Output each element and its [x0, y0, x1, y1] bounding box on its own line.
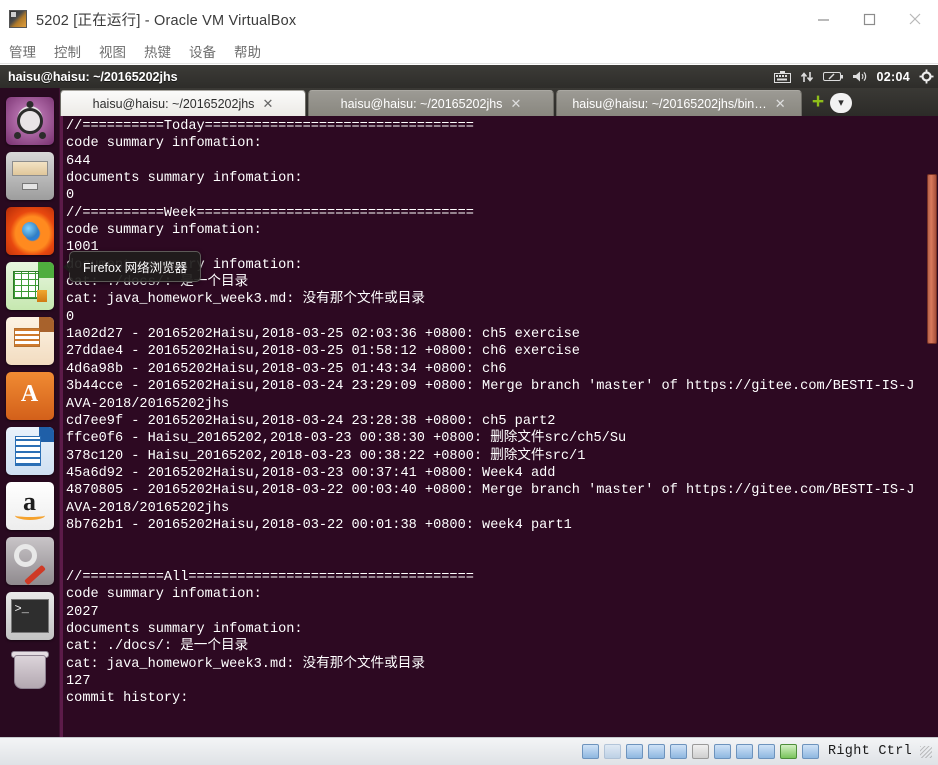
terminal-window: haisu@haisu: ~/20165202jhs ✕ haisu@haisu…: [60, 88, 938, 737]
tab-list-dropdown-icon[interactable]: ▾: [830, 93, 852, 113]
resize-grip[interactable]: [920, 745, 932, 758]
vbox-titlebar: 5202 [正在运行] - Oracle VM VirtualBox: [0, 0, 938, 38]
vbox-menubar: 管理 控制 视图 热键 设备 帮助: [0, 38, 938, 64]
terminal-output: //==========Today=======================…: [66, 119, 915, 707]
launcher-item-dash-home[interactable]: [5, 97, 54, 145]
menu-devices[interactable]: 设备: [180, 41, 225, 61]
window-controls: [800, 0, 938, 38]
shared-folders-icon[interactable]: [691, 744, 709, 759]
panel-window-title: haisu@haisu: ~/20165202jhs: [8, 69, 178, 84]
document-icon: [14, 436, 41, 466]
panel-clock[interactable]: 02:04: [877, 70, 910, 84]
vbox-status-bar: Right Ctrl: [0, 737, 938, 765]
ubuntu-logo-icon: [16, 108, 43, 134]
terminal-tab-2-label: haisu@haisu: ~/20165202jhs: [340, 96, 503, 111]
close-button[interactable]: [892, 0, 938, 38]
presentation-icon: [13, 328, 40, 347]
new-tab-button[interactable]: +: [808, 91, 828, 113]
launcher-item-amazon[interactable]: a: [5, 482, 54, 530]
virtualbox-window: 5202 [正在运行] - Oracle VM VirtualBox 管理 控制…: [0, 0, 938, 765]
file-cabinet-icon: [11, 161, 48, 176]
display-icon[interactable]: [713, 744, 731, 759]
menu-view[interactable]: 视图: [90, 41, 135, 61]
virtualbox-icon: [9, 10, 27, 28]
launcher-tooltip: Firefox 网络浏览器: [62, 251, 202, 282]
guest-screen: haisu@haisu: ~/20165202jhs 02:04 A a >_ …: [0, 65, 938, 737]
network-indicator-icon[interactable]: [800, 70, 814, 84]
network-adapter-icon[interactable]: [647, 744, 665, 759]
launcher-item-system-settings[interactable]: [5, 537, 54, 585]
menu-control[interactable]: 控制: [45, 41, 90, 61]
terminal-icon: >_: [10, 599, 49, 633]
virtualization-icon[interactable]: [757, 744, 775, 759]
terminal-tab-1[interactable]: haisu@haisu: ~/20165202jhs ✕: [60, 90, 306, 116]
launcher-item-libreoffice-impress[interactable]: [5, 317, 54, 365]
terminal-left-edge: [60, 116, 63, 737]
power-gear-icon[interactable]: [919, 69, 934, 84]
usb-icon[interactable]: [669, 744, 687, 759]
mouse-integration-icon[interactable]: [779, 744, 797, 759]
menu-manage[interactable]: 管理: [0, 41, 45, 61]
host-key-icon[interactable]: [801, 744, 819, 759]
software-bag-icon: A: [20, 381, 39, 407]
ubuntu-top-panel: haisu@haisu: ~/20165202jhs 02:04: [0, 65, 938, 88]
menu-help[interactable]: 帮助: [225, 41, 270, 61]
volume-indicator-icon[interactable]: [852, 70, 868, 83]
terminal-tab-1-close-icon[interactable]: ✕: [262, 97, 273, 110]
terminal-tab-2-close-icon[interactable]: ✕: [510, 97, 521, 110]
spreadsheet-icon: [12, 271, 39, 299]
terminal-scrollbar[interactable]: [925, 116, 938, 737]
menu-hotkeys[interactable]: 热键: [135, 41, 180, 61]
terminal-scrollbar-thumb[interactable]: [927, 174, 937, 344]
terminal-tab-3-close-icon[interactable]: ✕: [775, 97, 786, 110]
window-title: 5202 [正在运行] - Oracle VM VirtualBox: [36, 12, 297, 29]
launcher-item-libreoffice-writer[interactable]: [5, 427, 54, 475]
launcher-item-firefox[interactable]: [5, 207, 54, 255]
maximize-button[interactable]: [846, 0, 892, 38]
launcher-item-libreoffice-calc[interactable]: [5, 262, 54, 310]
recording-icon[interactable]: [735, 744, 753, 759]
battery-indicator-icon[interactable]: [822, 71, 843, 82]
launcher-item-ubuntu-software[interactable]: A: [5, 372, 54, 420]
terminal-tab-2[interactable]: haisu@haisu: ~/20165202jhs ✕: [308, 90, 554, 116]
audio-icon[interactable]: [625, 744, 643, 759]
keyboard-indicator-icon[interactable]: [773, 70, 791, 83]
panel-indicators: 02:04: [773, 65, 934, 88]
terminal-tab-3-label: haisu@haisu: ~/20165202jhs/bin…: [572, 96, 767, 111]
unity-launcher: A a >_: [0, 88, 60, 737]
optical-drive-icon[interactable]: [603, 744, 621, 759]
host-key-label: Right Ctrl: [827, 744, 912, 759]
hard-disk-icon[interactable]: [581, 744, 599, 759]
launcher-item-files[interactable]: [5, 152, 54, 200]
launcher-item-trash[interactable]: [6, 647, 54, 695]
gear-wrench-icon: [13, 544, 37, 567]
minimize-button[interactable]: [800, 0, 846, 38]
firefox-icon: [21, 222, 38, 239]
terminal-tab-bar: haisu@haisu: ~/20165202jhs ✕ haisu@haisu…: [60, 88, 938, 116]
terminal-tab-1-label: haisu@haisu: ~/20165202jhs: [92, 96, 255, 111]
terminal-tab-3[interactable]: haisu@haisu: ~/20165202jhs/bin… ✕: [556, 90, 802, 116]
launcher-item-terminal[interactable]: >_: [5, 592, 54, 640]
terminal-body[interactable]: //==========Today=======================…: [60, 116, 938, 737]
